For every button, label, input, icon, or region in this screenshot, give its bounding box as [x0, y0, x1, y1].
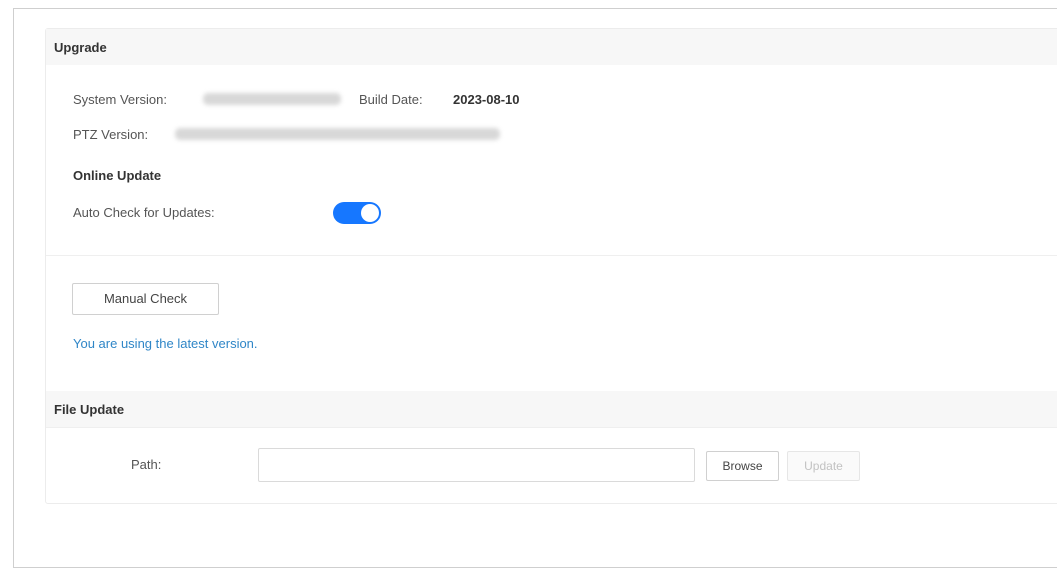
online-update-divider: [46, 255, 1057, 256]
upgrade-panel: [45, 28, 1057, 504]
manual-check-button[interactable]: Manual Check: [72, 283, 219, 315]
file-update-title: File Update: [54, 402, 125, 417]
toggle-knob: [361, 204, 379, 222]
file-update-divider: [46, 427, 1057, 428]
online-update-title: Online Update: [73, 168, 162, 183]
upgrade-section-header: Upgrade: [46, 29, 1057, 65]
browse-button[interactable]: Browse: [706, 451, 779, 481]
path-label: Path:: [131, 457, 162, 472]
build-date-value: 2023-08-10: [453, 92, 520, 107]
auto-check-toggle[interactable]: [333, 202, 381, 224]
file-update-section-header: File Update: [46, 391, 1057, 427]
ptz-version-label: PTZ Version:: [73, 127, 149, 142]
path-input[interactable]: [258, 448, 695, 482]
upgrade-title: Upgrade: [54, 40, 107, 55]
update-status-text: You are using the latest version.: [73, 336, 258, 351]
auto-check-label: Auto Check for Updates:: [73, 205, 215, 220]
system-version-label: System Version:: [73, 92, 167, 107]
build-date-label: Build Date:: [359, 92, 423, 107]
system-version-value-redacted: [203, 93, 341, 105]
ptz-version-value-redacted: [175, 128, 500, 140]
update-button[interactable]: Update: [787, 451, 860, 481]
